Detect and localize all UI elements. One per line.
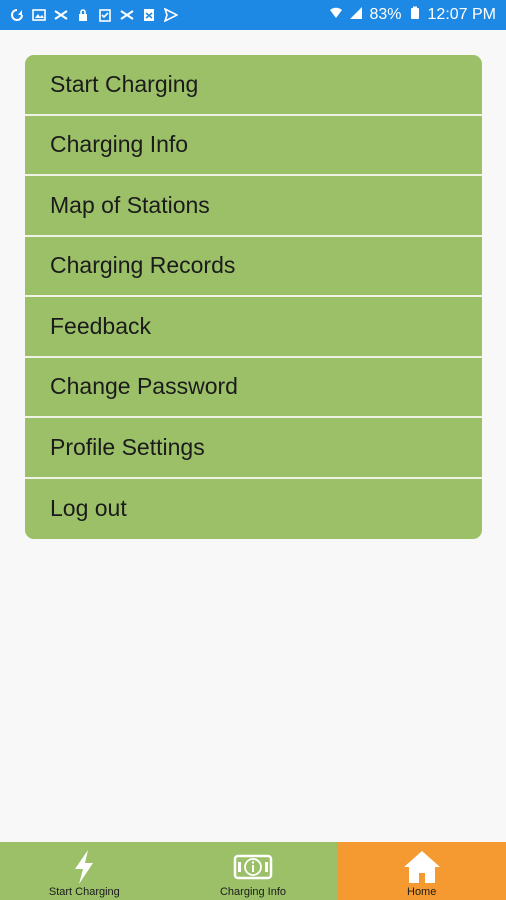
tab-label: Home bbox=[407, 886, 437, 898]
main-menu: Start Charging Charging Info Map of Stat… bbox=[25, 55, 482, 539]
lightning-icon bbox=[69, 848, 99, 886]
menu-item-start-charging[interactable]: Start Charging bbox=[25, 55, 482, 116]
tab-home[interactable]: Home bbox=[337, 842, 506, 900]
tab-charging-info[interactable]: Charging Info bbox=[168, 842, 338, 900]
info-card-icon bbox=[233, 848, 273, 886]
shuffle-icon bbox=[54, 8, 68, 22]
signal-icon bbox=[349, 6, 363, 25]
menu-item-charging-info[interactable]: Charging Info bbox=[25, 115, 482, 176]
battery-icon bbox=[408, 6, 422, 25]
tab-label: Start Charging bbox=[48, 886, 120, 898]
lock-icon bbox=[76, 8, 90, 22]
bottom-nav: Start Charging Charging Info Home bbox=[0, 842, 506, 900]
status-bar: 83% 12:07 PM bbox=[0, 0, 506, 30]
menu-item-map-of-stations[interactable]: Map of Stations bbox=[25, 176, 482, 237]
menu-item-profile-settings[interactable]: Profile Settings bbox=[25, 418, 482, 479]
file-icon bbox=[142, 8, 156, 22]
sync-icon bbox=[10, 8, 24, 22]
image-icon bbox=[32, 8, 46, 22]
shuffle-icon bbox=[120, 8, 134, 22]
tab-start-charging[interactable]: Start Charging bbox=[0, 842, 169, 900]
notification-icons bbox=[10, 8, 178, 22]
wifi-icon bbox=[329, 6, 343, 25]
clock: 12:07 PM bbox=[427, 6, 496, 23]
menu-item-change-password[interactable]: Change Password bbox=[25, 357, 482, 418]
battery-percent: 83% bbox=[369, 6, 402, 23]
system-status: 83% 12:07 PM bbox=[329, 6, 496, 25]
home-icon bbox=[402, 848, 442, 886]
send-icon bbox=[164, 8, 178, 22]
tab-label: Charging Info bbox=[219, 886, 287, 898]
menu-item-log-out[interactable]: Log out bbox=[25, 478, 482, 539]
menu-item-feedback[interactable]: Feedback bbox=[25, 297, 482, 358]
clipboard-icon bbox=[98, 8, 112, 22]
menu-item-charging-records[interactable]: Charging Records bbox=[25, 236, 482, 297]
